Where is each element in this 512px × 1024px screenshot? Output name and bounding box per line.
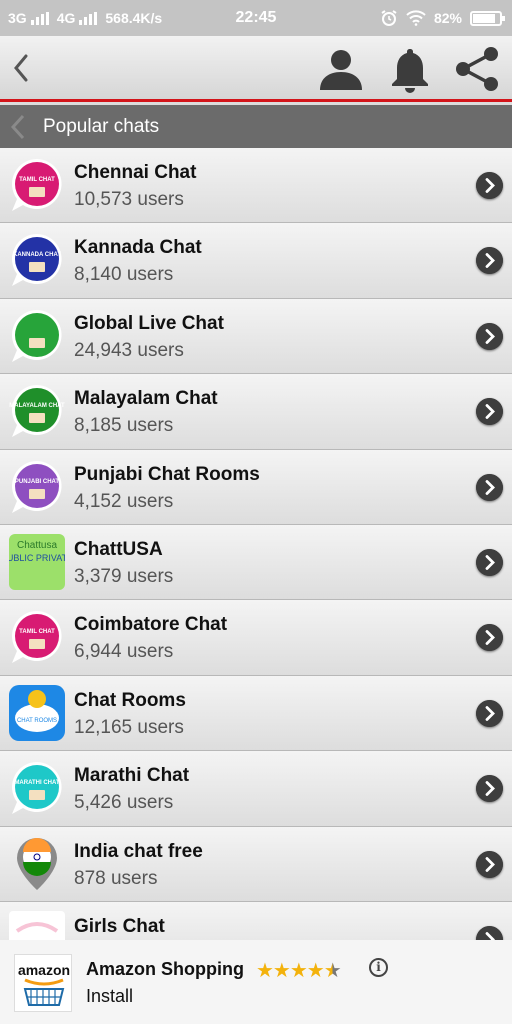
chat-name: Punjabi Chat Rooms <box>74 463 260 485</box>
section-title: Popular chats <box>43 116 160 137</box>
chat-row[interactable]: TAMIL CHAT Chennai Chat 10,573 users <box>0 148 512 224</box>
chat-name: Marathi Chat <box>74 765 190 787</box>
chevron-right-icon[interactable] <box>476 473 503 501</box>
chat-name: Kannada Chat <box>74 237 202 259</box>
chat-name: Chat Rooms <box>74 689 186 711</box>
chevron-right-icon[interactable] <box>476 172 503 199</box>
chat-rooms-logo: CHAT ROOMS <box>9 684 65 741</box>
chat-user-count: 6,944 users <box>74 641 174 663</box>
chevron-right-icon[interactable] <box>476 624 503 652</box>
chat-user-count: 8,185 users <box>74 415 174 437</box>
chevron-right-icon[interactable] <box>476 548 503 576</box>
chat-name: Malayalam Chat <box>74 388 218 410</box>
chat-bubble-logo: MALAYALAM CHAT <box>9 385 65 438</box>
logo-text: MARATHI CHAT <box>14 780 59 786</box>
chat-row[interactable]: Girls Chat <box>0 901 512 940</box>
chat-bubble-logo <box>12 309 62 362</box>
toolbar <box>0 36 512 102</box>
logo-text: TAMIL CHAT <box>19 177 55 183</box>
chat-bubble-logo: TAMIL CHAT <box>12 159 62 211</box>
chat-name: Girls Chat <box>74 915 165 937</box>
battery-icon <box>470 10 505 26</box>
back-arrow-icon[interactable] <box>6 48 36 88</box>
status-bar: 3G 4G 568.4K/s 22:45 82% <box>0 0 512 36</box>
girls-chat-logo <box>9 910 65 940</box>
logo-text: TAMIL CHAT <box>19 629 55 635</box>
section-back-icon[interactable] <box>8 113 28 141</box>
chat-list: TAMIL CHAT Chennai Chat 10,573 users KANN… <box>0 148 512 940</box>
ad-banner[interactable]: amazon Amazon Shopping ★★★★★ i Install <box>0 940 512 1024</box>
battery-percent: 82% <box>433 10 462 26</box>
chat-row[interactable]: India chat free 878 users <box>0 826 512 902</box>
alarm-icon <box>381 10 397 26</box>
svg-text:Chattusa: Chattusa <box>17 540 57 551</box>
chat-name: Chennai Chat <box>74 162 197 183</box>
install-button[interactable]: Install <box>86 986 133 1007</box>
section-header: Popular chats <box>0 105 512 148</box>
share-icon[interactable] <box>453 45 501 93</box>
chevron-right-icon[interactable] <box>476 322 503 350</box>
chat-bubble-logo: TAMIL CHAT <box>12 611 62 664</box>
chevron-right-icon[interactable] <box>476 247 503 275</box>
india-pin-logo <box>17 837 57 890</box>
chat-row[interactable]: Chattusa PUBLIC PRIVATE ChattUSA 3,379 us… <box>0 524 512 601</box>
chat-name: Coimbatore Chat <box>74 614 228 636</box>
amazon-logo-text: amazon <box>18 962 70 978</box>
chat-bubble-logo: PUNJABI CHAT <box>12 460 62 513</box>
chat-row[interactable]: PUNJABI CHAT Punjabi Chat Rooms 4,152 use… <box>0 449 512 525</box>
logo-text: MALAYALAM CHAT <box>9 403 65 409</box>
profile-icon[interactable] <box>317 45 365 93</box>
amazon-logo[interactable]: amazon <box>14 954 72 1012</box>
logo-text: PUNJABI CHAT <box>15 479 60 485</box>
chat-row[interactable]: MARATHI CHAT Marathi Chat 5,426 users <box>0 751 512 827</box>
chat-bubble-logo: MARATHI CHAT <box>12 762 62 815</box>
chat-row[interactable]: CHAT ROOMS Chat Rooms 12,165 users <box>0 675 512 752</box>
chat-name: Global Live Chat <box>74 312 224 334</box>
chat-bubble-logo: KANNADA CHAT <box>12 234 62 287</box>
chat-user-count: 4,152 users <box>74 490 174 512</box>
info-icon[interactable]: i <box>369 958 388 977</box>
logo-text: PUBLIC PRIVATE <box>9 553 65 563</box>
wifi-icon <box>406 10 426 26</box>
chat-name: India chat free <box>74 840 203 862</box>
chat-row[interactable]: TAMIL CHAT Coimbatore Chat 6,944 users <box>0 600 512 676</box>
logo-text: CHAT ROOMS <box>17 718 57 724</box>
chevron-right-icon[interactable] <box>476 850 503 878</box>
chat-user-count: 878 users <box>74 867 158 889</box>
chevron-right-icon[interactable] <box>476 775 503 803</box>
chat-user-count: 10,573 users <box>74 189 184 210</box>
chevron-right-icon[interactable] <box>476 699 503 727</box>
chat-user-count: 3,379 users <box>74 565 174 587</box>
chevron-right-icon[interactable] <box>476 925 503 940</box>
rating-stars: ★★★★★ <box>256 960 342 982</box>
logo-text: KANNADA CHAT <box>13 252 61 258</box>
chat-user-count: 8,140 users <box>74 264 174 286</box>
chattusa-logo: Chattusa PUBLIC PRIVATE <box>9 533 65 590</box>
ad-title[interactable]: Amazon Shopping <box>86 959 244 980</box>
chat-row[interactable]: KANNADA CHAT Kannada Chat 8,140 users <box>0 223 512 299</box>
chat-name: ChattUSA <box>74 538 163 560</box>
chat-row[interactable]: MALAYALAM CHAT Malayalam Chat 8,185 users <box>0 374 512 450</box>
chat-user-count: 12,165 users <box>74 716 184 738</box>
chat-user-count: 5,426 users <box>74 792 174 814</box>
chat-user-count: 24,943 users <box>74 339 184 361</box>
bell-icon[interactable] <box>386 45 434 93</box>
chat-row[interactable]: Global Live Chat 24,943 users <box>0 298 512 375</box>
chevron-right-icon[interactable] <box>476 398 503 426</box>
